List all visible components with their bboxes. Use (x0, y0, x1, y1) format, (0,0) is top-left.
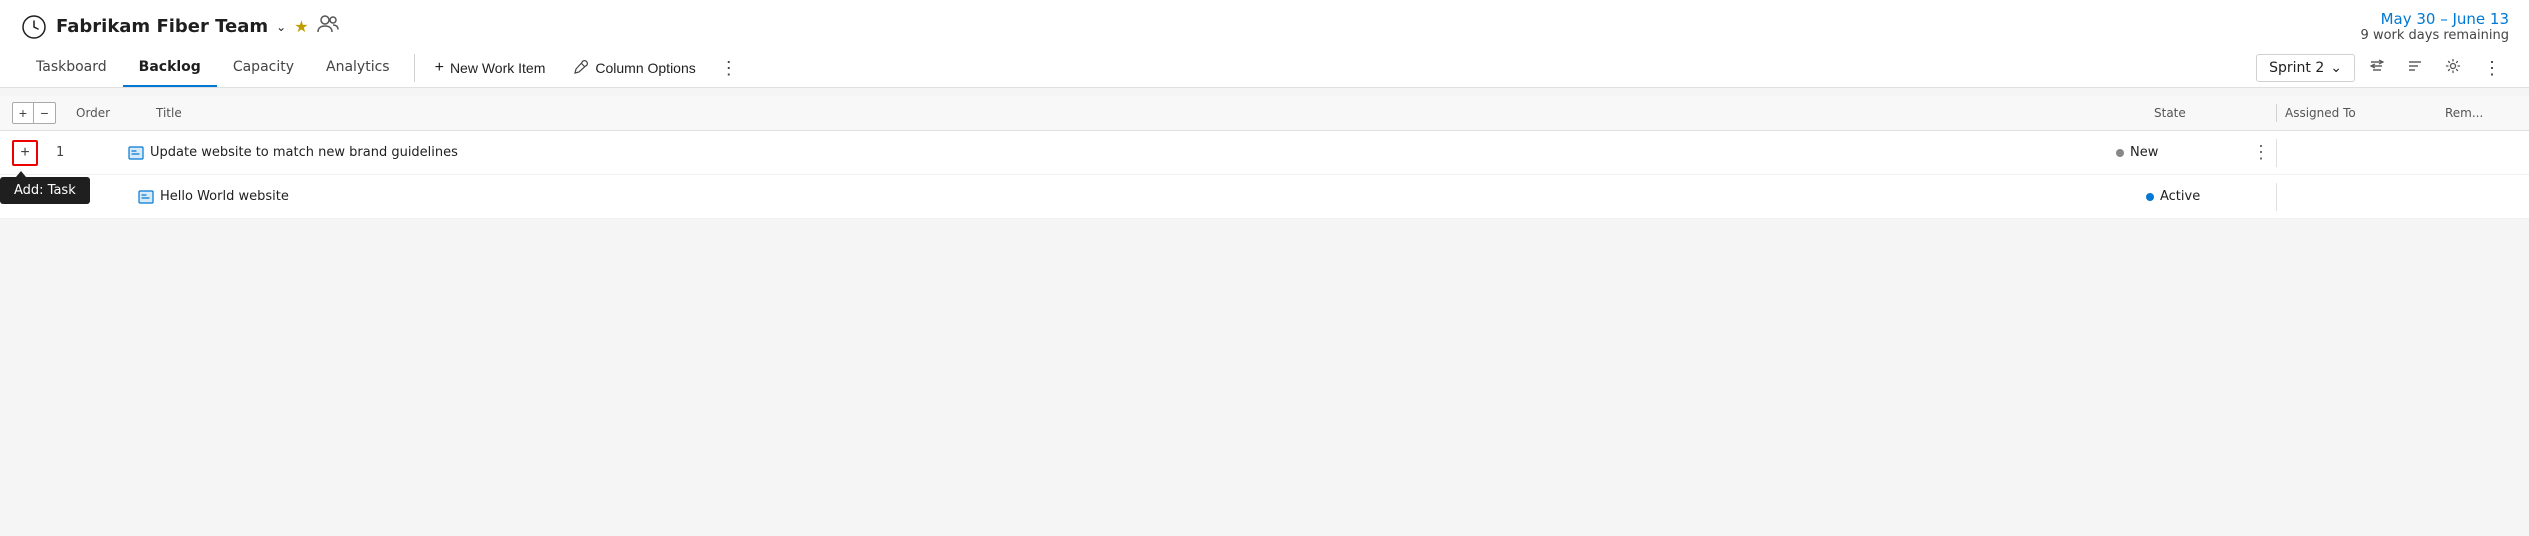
column-header-rem: Rem... (2437, 102, 2517, 124)
column-options-label: Column Options (595, 60, 695, 76)
add-task-tooltip: Add: Task (0, 177, 90, 204)
column-header-title: Title (148, 102, 2146, 124)
more-actions-button[interactable]: ⋮ (712, 52, 746, 85)
row-title-text: Hello World website (160, 189, 289, 204)
filter-button[interactable] (2361, 53, 2393, 84)
expand-all-button[interactable]: + (12, 102, 34, 124)
row-more-button[interactable]: ⋮ (2246, 140, 2276, 165)
sprint-info: May 30 – June 13 9 work days remaining (2361, 10, 2509, 43)
table-row: + Add: Task 1 Update website to match ne… (0, 131, 2529, 175)
sort-button[interactable] (2399, 53, 2431, 84)
favorite-icon[interactable]: ★ (294, 17, 308, 36)
table-header: + − Order Title State Assigned To Rem... (0, 96, 2529, 131)
wrench-icon (573, 59, 589, 78)
new-work-item-button[interactable]: + New Work Item (423, 53, 558, 83)
column-header-assigned-to: Assigned To (2277, 102, 2437, 124)
collapse-all-button[interactable]: − (34, 102, 56, 124)
tab-capacity[interactable]: Capacity (217, 49, 310, 87)
work-item-icon (128, 145, 144, 161)
team-icon (20, 13, 48, 41)
add-child-button[interactable]: + (12, 140, 38, 166)
state-dot (2116, 149, 2124, 157)
row-divider (2276, 139, 2277, 167)
sprint-dates: May 30 – June 13 (2361, 10, 2509, 28)
row-title-text: Update website to match new brand guidel… (150, 145, 458, 160)
column-header-state: State (2146, 102, 2276, 124)
row-title: Hello World website (138, 189, 2146, 205)
plus-icon: + (435, 59, 444, 77)
team-dropdown-icon[interactable]: ⌄ (276, 20, 286, 34)
sprint-dropdown[interactable]: Sprint 2 ⌄ (2256, 54, 2355, 82)
sprint-dropdown-chevron-icon: ⌄ (2330, 60, 2342, 76)
sprint-days: 9 work days remaining (2361, 28, 2509, 43)
column-header-order: Order (68, 102, 148, 124)
state-label: Active (2160, 189, 2200, 204)
team-name: Fabrikam Fiber Team (56, 16, 268, 37)
tab-taskboard[interactable]: Taskboard (20, 49, 123, 87)
state-dot (2146, 193, 2154, 201)
work-item-icon (138, 189, 154, 205)
work-items-table: + − Order Title State Assigned To Rem...… (0, 96, 2529, 219)
new-work-item-label: New Work Item (450, 60, 545, 76)
expand-collapse-controls: + − (12, 102, 56, 124)
row-state: Active (2146, 189, 2276, 204)
column-options-button[interactable]: Column Options (561, 53, 707, 84)
state-label: New (2130, 145, 2158, 160)
tab-analytics[interactable]: Analytics (310, 49, 406, 87)
toolbar-more-button[interactable]: ⋮ (2475, 52, 2509, 85)
settings-button[interactable] (2437, 53, 2469, 84)
table-row: Hello World website Active (0, 175, 2529, 219)
row-divider (2276, 183, 2277, 211)
row-state: New (2116, 145, 2246, 160)
row-order: 1 (48, 145, 128, 160)
nav-divider (414, 54, 415, 82)
tab-backlog[interactable]: Backlog (123, 49, 217, 87)
row-title: Update website to match new brand guidel… (128, 145, 2116, 161)
team-members-icon[interactable] (317, 15, 339, 38)
sprint-label: Sprint 2 (2269, 60, 2324, 76)
